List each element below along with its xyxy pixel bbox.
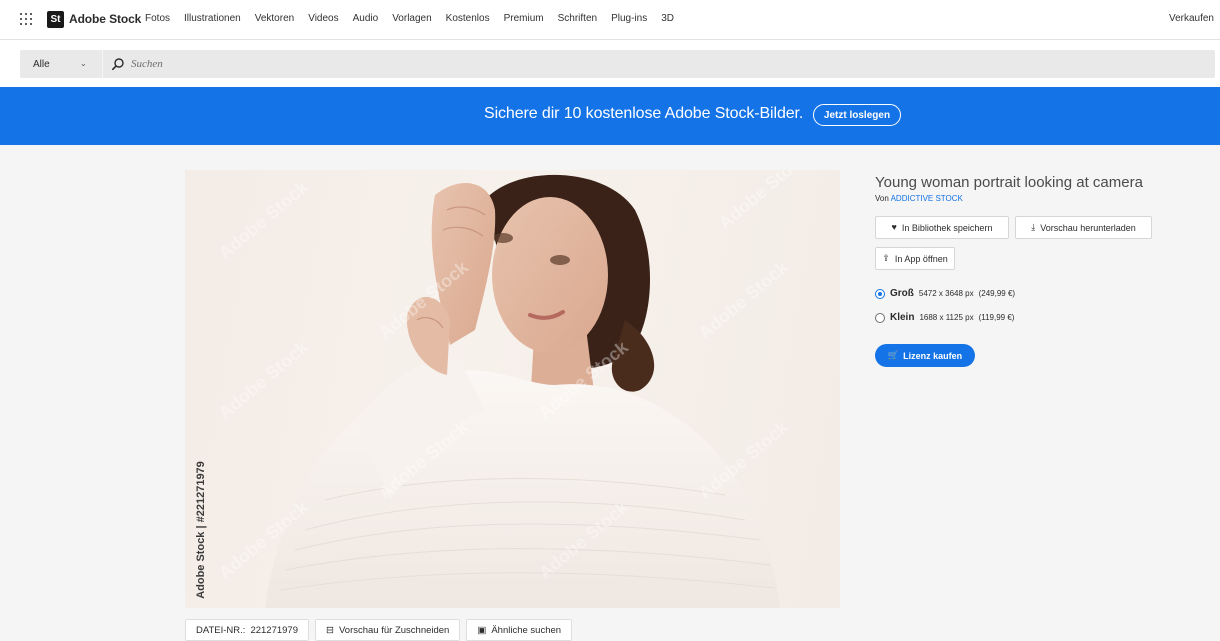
download-icon: ⤓ <box>1031 222 1036 232</box>
svg-text:Adobe Stock: Adobe Stock <box>695 256 793 343</box>
search-input[interactable] <box>131 55 631 73</box>
buy-license-label: Lizenz kaufen <box>903 350 963 361</box>
nav-item-videos[interactable]: Videos <box>308 13 338 24</box>
save-to-library-label: In Bibliothek speichern <box>901 222 993 233</box>
asset-title: Young woman portrait looking at camera <box>875 174 1143 191</box>
side-watermark: Adobe Stock | #221271979 <box>194 460 208 600</box>
search-scope-value: Alle <box>33 58 50 70</box>
size-price-small: (119,99 €) <box>978 313 1015 322</box>
size-option-large[interactable]: Groß 5472 x 3648 px (249,99 €) <box>875 288 1015 299</box>
heart-icon: ♥ <box>891 222 897 232</box>
crop-preview-label: Vorschau für Zuschneiden <box>338 624 450 636</box>
size-radio-small[interactable] <box>875 312 885 323</box>
nav-item-kostenlos[interactable]: Kostenlos <box>446 13 490 24</box>
nav-item-illustrationen[interactable]: Illustrationen <box>184 13 241 24</box>
adobe-stock-logo-icon[interactable]: St <box>47 11 64 28</box>
nav-links: Fotos Illustrationen Vektoren Videos Aud… <box>145 13 674 24</box>
crop-preview-button[interactable]: ⊟ Vorschau für Zuschneiden <box>315 619 461 641</box>
buy-license-button[interactable]: 🛒 Lizenz kaufen <box>875 344 975 367</box>
nav-item-schriften[interactable]: Schriften <box>558 13 597 24</box>
share-icon: ⇪ <box>882 253 890 263</box>
download-preview-label: Vorschau herunterladen <box>1040 222 1136 233</box>
nav-item-3d[interactable]: 3D <box>661 13 674 24</box>
search-row: Alle ⌄ <box>0 40 1220 87</box>
file-number-value: 221271979 <box>250 624 298 636</box>
preview-image[interactable]: Adobe Stock Adobe Stock Adobe Stock Adob… <box>185 170 840 608</box>
chevron-down-icon: ⌄ <box>80 59 87 68</box>
side-watermark-text: Adobe Stock | #221271979 <box>195 461 207 599</box>
cart-icon: 🛒 <box>887 350 900 360</box>
download-preview-button[interactable]: ⤓ Vorschau herunterladen <box>1015 216 1152 239</box>
open-in-app-label: In App öffnen <box>894 253 948 264</box>
search-scope-select[interactable]: Alle ⌄ <box>20 50 103 78</box>
sell-link[interactable]: Verkaufen <box>1169 13 1214 24</box>
search-icon[interactable] <box>111 57 125 71</box>
camera-icon: ▣ <box>477 624 487 636</box>
find-similar-button[interactable]: ▣ Ähnliche suchen <box>466 619 573 641</box>
nav-item-fotos[interactable]: Fotos <box>145 13 170 24</box>
size-price-large: (249,99 €) <box>978 289 1016 298</box>
promo-start-button[interactable]: Jetzt loslegen <box>813 104 901 126</box>
size-option-small[interactable]: Klein 1688 x 1125 px (119,99 €) <box>875 312 1014 323</box>
image-action-bar: DATEI-NR.: 221271979 ⊟ Vorschau für Zusc… <box>185 619 573 641</box>
size-dims-small: 1688 x 1125 px <box>919 313 974 322</box>
promo-text: Sichere dir 10 kostenlose Adobe Stock-Bi… <box>484 105 804 122</box>
apps-grid-icon[interactable] <box>20 13 32 25</box>
author-link[interactable]: ADDICTIVE STOCK <box>891 194 963 203</box>
svg-text:Adobe Stock: Adobe Stock <box>215 336 313 423</box>
asset-author: Von ADDICTIVE STOCK <box>875 194 963 203</box>
size-dims-large: 5472 x 3648 px <box>918 289 974 298</box>
nav-item-audio[interactable]: Audio <box>353 13 379 24</box>
file-number-label: DATEI-NR.: <box>196 624 246 636</box>
nav-item-plug-ins[interactable]: Plug-ins <box>611 13 647 24</box>
promo-banner: Sichere dir 10 kostenlose Adobe Stock-Bi… <box>0 87 1220 145</box>
top-navigation: St Adobe Stock Fotos Illustrationen Vekt… <box>0 0 1220 40</box>
open-in-app-button[interactable]: ⇪ In App öffnen <box>875 247 955 270</box>
find-similar-label: Ähnliche suchen <box>491 624 562 636</box>
size-radio-large[interactable] <box>875 288 885 299</box>
search-bar: Alle ⌄ <box>20 50 1215 78</box>
crop-icon: ⊟ <box>326 624 334 636</box>
nav-item-premium[interactable]: Premium <box>504 13 544 24</box>
save-to-library-button[interactable]: ♥ In Bibliothek speichern <box>875 216 1009 239</box>
author-prefix: Von <box>875 194 889 203</box>
size-name-small: Klein <box>890 312 915 323</box>
svg-text:Adobe Stock: Adobe Stock <box>715 170 813 233</box>
nav-item-vorlagen[interactable]: Vorlagen <box>392 13 431 24</box>
portrait-illustration: Adobe Stock Adobe Stock Adobe Stock Adob… <box>215 170 813 608</box>
svg-text:Adobe Stock: Adobe Stock <box>215 176 313 263</box>
brand-name[interactable]: Adobe Stock <box>69 12 141 26</box>
size-name-large: Groß <box>890 288 914 299</box>
file-number-chip: DATEI-NR.: 221271979 <box>185 619 309 641</box>
nav-item-vektoren[interactable]: Vektoren <box>255 13 294 24</box>
